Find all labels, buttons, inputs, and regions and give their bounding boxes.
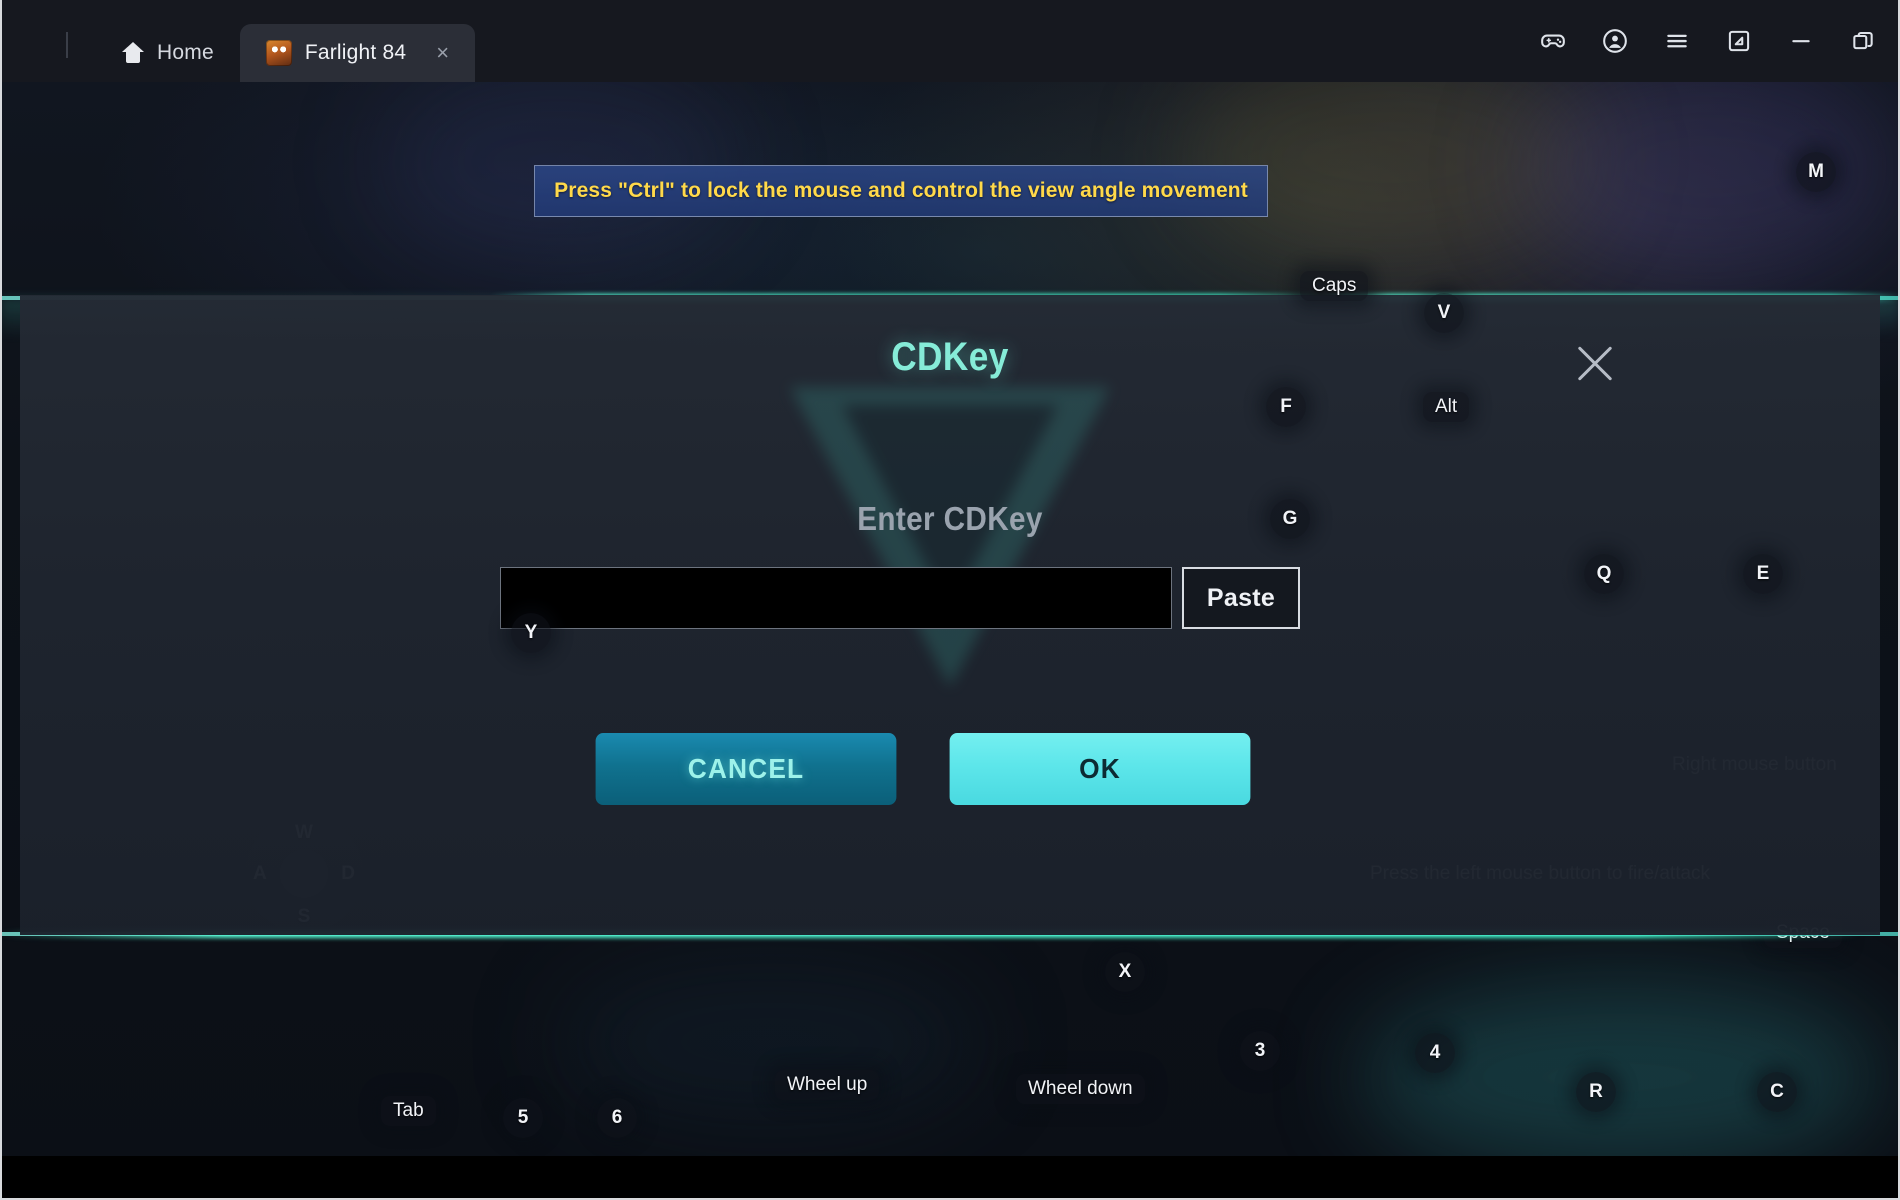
cdkey-input[interactable]	[500, 567, 1172, 629]
key-caps[interactable]: Caps	[1300, 271, 1369, 301]
cancel-button[interactable]: CANCEL	[595, 733, 897, 805]
tab-home[interactable]: Home	[96, 24, 240, 82]
key-x[interactable]: X	[1105, 952, 1145, 992]
key-3[interactable]: 3	[1240, 1031, 1280, 1071]
key-alt[interactable]: Alt	[1423, 392, 1470, 422]
game-thumbnail-icon	[265, 40, 292, 66]
expand-icon[interactable]	[1724, 26, 1754, 56]
key-c[interactable]: C	[1757, 1072, 1797, 1112]
key-wheel-down[interactable]: Wheel down	[1016, 1074, 1145, 1104]
key-tab[interactable]: Tab	[381, 1096, 436, 1126]
key-r[interactable]: R	[1576, 1072, 1616, 1112]
key-5[interactable]: 5	[503, 1098, 543, 1138]
app-window: Press "Ctrl" to lock the mouse and contr…	[0, 0, 1900, 1200]
cdkey-field-label: Enter CDKey	[857, 500, 1043, 537]
cdkey-dialog: CDKey Enter CDKey Paste CANCEL OK	[20, 295, 1880, 935]
paste-button[interactable]: Paste	[1182, 567, 1300, 629]
gamepad-icon[interactable]	[1538, 26, 1568, 56]
window-controls	[1538, 26, 1878, 56]
minimize-icon[interactable]	[1786, 26, 1816, 56]
key-v[interactable]: V	[1424, 293, 1464, 333]
key-e[interactable]: E	[1743, 554, 1783, 594]
tab-close-icon[interactable]: ×	[436, 42, 449, 64]
key-g[interactable]: G	[1270, 499, 1310, 539]
dialog-button-row: CANCEL OK	[586, 733, 1260, 805]
close-icon[interactable]	[1568, 337, 1622, 391]
dialog-title: CDKey	[891, 335, 1009, 379]
dialog-watermark-icon	[790, 387, 1110, 717]
bottom-letterbox	[0, 1156, 1900, 1200]
key-m[interactable]: M	[1796, 152, 1836, 192]
tab-strip: Home Farlight 84 ×	[0, 0, 476, 82]
titlebar-left-divider	[66, 32, 68, 58]
tab-farlight-84[interactable]: Farlight 84 ×	[239, 24, 476, 82]
key-q[interactable]: Q	[1584, 554, 1624, 594]
key-6[interactable]: 6	[597, 1098, 637, 1138]
tab-label: Farlight 84	[304, 41, 407, 64]
restore-icon[interactable]	[1848, 26, 1878, 56]
bg-glow-teal-bottom	[1360, 982, 1880, 1172]
home-icon	[122, 42, 144, 64]
key-f[interactable]: F	[1266, 387, 1306, 427]
menu-icon[interactable]	[1662, 26, 1692, 56]
bg-glow-purple	[1520, 82, 1900, 282]
titlebar: Home Farlight 84 ×	[0, 0, 1900, 82]
ok-button[interactable]: OK	[949, 733, 1251, 805]
account-icon[interactable]	[1600, 26, 1630, 56]
ctrl-lock-hint-banner: Press "Ctrl" to lock the mouse and contr…	[534, 165, 1268, 217]
cdkey-input-row: Paste	[500, 567, 1300, 629]
tab-label: Home	[157, 41, 214, 64]
key-y[interactable]: Y	[511, 613, 551, 653]
ctrl-lock-hint-text: Press "Ctrl" to lock the mouse and contr…	[554, 179, 1248, 202]
key-wheel-up[interactable]: Wheel up	[775, 1070, 880, 1100]
key-4[interactable]: 4	[1415, 1033, 1455, 1073]
